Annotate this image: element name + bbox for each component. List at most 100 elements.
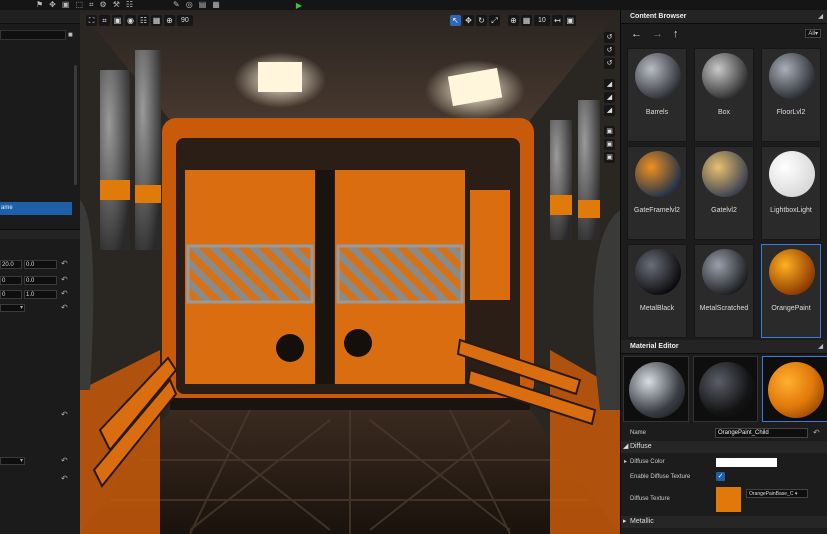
transform-field[interactable]: 20.0 xyxy=(0,260,22,269)
transform-field[interactable]: 0.0 xyxy=(24,276,57,285)
texture-thumbnail[interactable] xyxy=(716,487,741,512)
globe-icon[interactable]: ⊕ xyxy=(164,15,175,26)
grid-icon[interactable]: ▦ xyxy=(521,15,532,26)
name-row: Name OrangePaint_Child ↶ xyxy=(621,427,827,439)
reset-arrow-icon[interactable]: ↶ xyxy=(61,303,68,312)
snap-icon[interactable]: ▣ xyxy=(604,152,615,163)
maximize-icon[interactable]: ⛶ xyxy=(86,15,97,26)
edit-icon[interactable]: ✎ xyxy=(173,0,180,10)
preview-selected-material[interactable] xyxy=(762,356,827,422)
back-arrow-icon[interactable]: ← xyxy=(631,28,642,40)
asset-label: MetalScratched xyxy=(699,305,749,312)
resize-icon[interactable]: ↤ xyxy=(551,15,563,26)
rotate-x-icon[interactable]: ↺ xyxy=(604,32,615,43)
asset-tile[interactable]: Barrels xyxy=(627,48,687,142)
rotate-y-icon[interactable]: ↺ xyxy=(604,45,615,56)
filter-value: All xyxy=(808,31,815,37)
material-sphere xyxy=(629,362,685,418)
level-viewport[interactable]: ⛶ ⌗ ▣ ◉ ☷ ▦ ⊕ 90 ↖ ✥ ↻ ⤢ ⊕ ▦ 10 ↤ ▣ ↺ ↺ … xyxy=(80,10,620,534)
up-arrow-icon[interactable]: ↑ xyxy=(673,28,679,40)
align-icon[interactable]: ◢ xyxy=(604,79,615,90)
material-thumbnail xyxy=(769,53,815,99)
eye-icon[interactable]: ◉ xyxy=(125,15,136,26)
material-previews xyxy=(623,356,827,422)
asset-tile[interactable]: Gatelvl2 xyxy=(694,146,754,240)
blueprint-icon[interactable]: ☷ xyxy=(126,0,133,10)
transform-field[interactable]: 0 xyxy=(0,276,22,285)
gear-icon[interactable]: ⚙ xyxy=(100,0,107,10)
scale-icon[interactable]: ⬚ xyxy=(75,0,83,10)
reset-arrow-icon[interactable]: ↶ xyxy=(61,289,68,298)
diffuse-section-header[interactable]: ◢ Diffuse xyxy=(621,441,827,453)
texture-dropdown[interactable]: OrangePainBase_C ▾ xyxy=(746,489,808,498)
enable-texture-checkbox[interactable]: ✓ xyxy=(716,472,725,481)
reset-arrow-icon[interactable]: ↶ xyxy=(61,275,68,284)
transform-field[interactable]: 0 xyxy=(0,290,22,299)
diffuse-section-label: Diffuse xyxy=(630,443,652,450)
clapper-icon[interactable]: ▦ xyxy=(212,0,220,10)
property-dropdown[interactable]: ▾ xyxy=(0,457,25,465)
diffuse-color-row: ▸ Diffuse Color xyxy=(621,456,827,468)
clapper-icon[interactable]: ▦ xyxy=(151,15,162,26)
snap-icon[interactable]: ▣ xyxy=(604,126,615,137)
asset-tile[interactable]: FloorLvl2 xyxy=(761,48,821,142)
asset-tile[interactable]: MetalScratched xyxy=(694,244,754,338)
snap-icon[interactable]: ▣ xyxy=(604,139,615,150)
name-input[interactable]: OrangePaint_Child xyxy=(715,428,808,438)
filter-dropdown[interactable]: All▾ xyxy=(805,29,821,38)
asset-tile[interactable]: GateFramelvl2 xyxy=(627,146,687,240)
content-browser-nav: ← → ↑ All▾ xyxy=(621,24,827,44)
select-tool-icon[interactable]: ↖ xyxy=(450,15,461,26)
target-icon[interactable]: ◎ xyxy=(186,0,193,10)
folder-icon[interactable]: ■ xyxy=(68,30,77,40)
reset-arrow-icon[interactable]: ↶ xyxy=(61,474,68,483)
grid-snap-value[interactable]: 10 xyxy=(534,15,550,26)
asset-tile[interactable]: OrangePaint xyxy=(761,244,821,338)
layers-icon[interactable]: ▤ xyxy=(199,0,207,10)
preview-base-material[interactable] xyxy=(692,356,759,422)
pin-icon[interactable]: ⚑ xyxy=(36,0,43,10)
camera-speed-icon[interactable]: ▣ xyxy=(564,15,576,26)
reset-arrow-icon[interactable]: ↶ xyxy=(813,427,820,439)
asset-tile[interactable]: MetalBlack xyxy=(627,244,687,338)
camera-icon[interactable]: ▣ xyxy=(112,15,123,26)
details-section-header[interactable] xyxy=(0,229,80,239)
reset-arrow-icon[interactable]: ↶ xyxy=(61,410,68,419)
outliner-search-input[interactable] xyxy=(0,30,66,40)
collapse-arrow-icon: ◢ xyxy=(623,443,629,450)
main-toolbar: ⚑ ✥ ▣ ⬚ ⌗ ⚙ ⚒ ☷ ✎ ◎ ▤ ▦ ▶ xyxy=(0,0,827,10)
move-tool-icon[interactable]: ✥ xyxy=(463,15,474,26)
transform-field[interactable]: 0.0 xyxy=(24,260,57,269)
metallic-section-header[interactable]: ▸ Metallic xyxy=(621,516,827,528)
snap-icon[interactable]: ⌗ xyxy=(89,0,94,10)
reset-arrow-icon[interactable]: ↶ xyxy=(61,259,68,268)
mobility-dropdown[interactable]: ▾ xyxy=(0,304,25,312)
build-icon[interactable]: ⚒ xyxy=(113,0,120,10)
globe-icon[interactable]: ⊕ xyxy=(508,15,519,26)
fov-value[interactable]: 90 xyxy=(177,15,193,26)
outliner-selected-item[interactable]: ame xyxy=(0,202,72,215)
scale-tool-icon[interactable]: ⤢ xyxy=(489,15,500,26)
transform-field[interactable]: 1.0 xyxy=(24,290,57,299)
asset-tile[interactable]: Box xyxy=(694,48,754,142)
material-thumbnail xyxy=(769,151,815,197)
expand-arrow-icon[interactable]: ▸ xyxy=(624,456,627,468)
align-icon[interactable]: ◢ xyxy=(604,105,615,116)
layers-icon[interactable]: ☷ xyxy=(138,15,149,26)
asset-tile[interactable]: LightboxLight xyxy=(761,146,821,240)
rotate-z-icon[interactable]: ↺ xyxy=(604,58,615,69)
play-icon[interactable]: ▶ xyxy=(296,1,302,10)
crop-icon[interactable]: ⌗ xyxy=(99,15,110,26)
panel-menu-icon[interactable]: ◢ xyxy=(818,340,823,354)
preview-parent-material[interactable] xyxy=(623,356,689,422)
diffuse-color-swatch[interactable] xyxy=(716,458,777,467)
align-icon[interactable]: ◢ xyxy=(604,92,615,103)
move-icon[interactable]: ✥ xyxy=(49,0,56,10)
panel-menu-icon[interactable]: ◢ xyxy=(818,10,823,24)
outliner-scrollbar[interactable] xyxy=(74,65,77,185)
metallic-section-label: Metallic xyxy=(630,518,654,525)
forward-arrow-icon[interactable]: → xyxy=(652,28,663,40)
rotate-tool-icon[interactable]: ↻ xyxy=(476,15,487,26)
select-icon[interactable]: ▣ xyxy=(62,0,70,10)
reset-arrow-icon[interactable]: ↶ xyxy=(61,456,68,465)
